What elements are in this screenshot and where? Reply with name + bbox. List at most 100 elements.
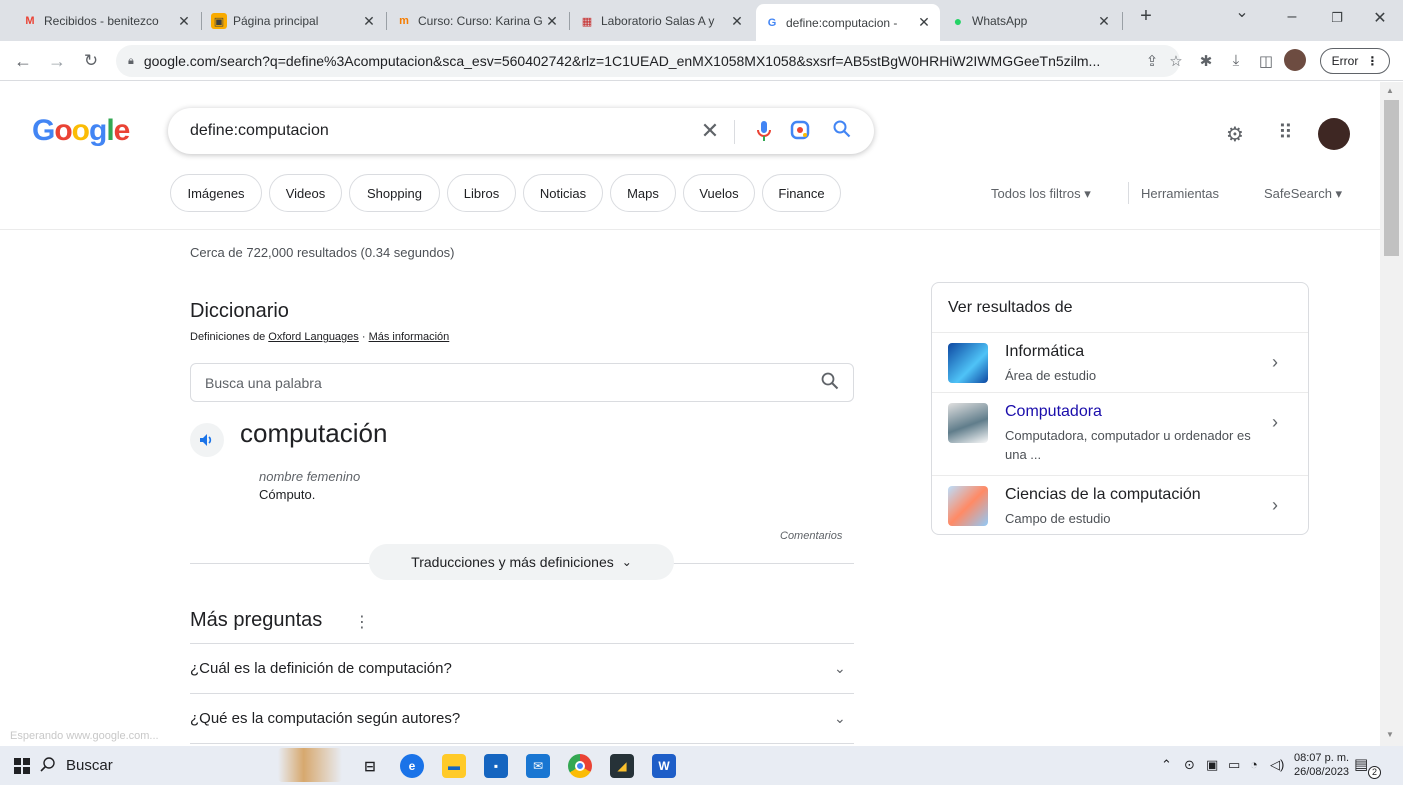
oxford-languages-link[interactable]: Oxford Languages — [268, 331, 359, 343]
mail-icon[interactable]: ✉ — [526, 754, 550, 778]
microphone-icon[interactable] — [752, 120, 776, 147]
chevron-down-icon[interactable]: ⌄ — [834, 660, 846, 677]
settings-gear-icon[interactable]: ⚙ — [1226, 122, 1244, 147]
question-item[interactable]: ¿Cuál es la definición de computación? — [190, 660, 452, 677]
star-bookmark-icon[interactable]: ☆ — [1166, 52, 1186, 70]
clear-search-icon[interactable]: ✕ — [698, 120, 722, 142]
panel-item-ciencias[interactable]: Ciencias de la computación Campo de estu… — [932, 475, 1308, 534]
cat-widget-icon[interactable] — [278, 748, 342, 782]
tab-course[interactable]: m Curso: Curso: Karina G ✕ — [388, 6, 568, 36]
panel-title: Ver resultados de — [948, 299, 1073, 316]
tab-search-dropdown-icon[interactable]: ⌄ — [1232, 2, 1252, 22]
close-tab-icon[interactable]: ✕ — [361, 13, 377, 30]
search-icon[interactable] — [821, 372, 839, 393]
back-arrow-icon[interactable]: ← — [12, 50, 34, 72]
speaker-icon[interactable] — [190, 423, 224, 457]
all-filters-button[interactable]: Todos los filtros ▾ — [991, 186, 1091, 202]
tab-google-active[interactable]: G define:computacion - ✕ — [756, 4, 940, 41]
tab-whatsapp[interactable]: ● WhatsApp ✕ — [942, 6, 1120, 36]
chevron-down-icon[interactable]: ⌄ — [834, 710, 846, 727]
meet-icon[interactable]: ⊙ — [1184, 757, 1195, 773]
file-explorer-icon[interactable]: ▬ — [442, 754, 466, 778]
chip-finance[interactable]: Finance — [762, 174, 841, 212]
chip-images[interactable]: Imágenes — [170, 174, 262, 212]
tab-gmail[interactable]: M Recibidos - benitezco ✕ — [14, 6, 200, 36]
volume-icon[interactable]: ◁) — [1270, 757, 1284, 773]
translations-button[interactable]: Traducciones y más definiciones ⌄ — [369, 544, 674, 580]
safesearch-button[interactable]: SafeSearch ▾ — [1264, 186, 1342, 202]
tab-title: Recibidos - benitezco — [44, 14, 159, 28]
panel-item-informatica[interactable]: Informática Área de estudio › — [932, 332, 1308, 392]
scroll-down-icon[interactable]: ▼ — [1386, 730, 1394, 739]
search-box[interactable]: define:computacion ✕ — [168, 108, 874, 154]
word-icon[interactable]: W — [652, 754, 676, 778]
close-tab-icon[interactable]: ✕ — [916, 14, 932, 31]
browser-toolbar: ← → ↻ 🔒︎ google.com/search?q=define%3Aco… — [0, 41, 1403, 81]
sticky-notes-icon[interactable]: ◢ — [610, 754, 634, 778]
comments-link[interactable]: Comentarios — [780, 530, 842, 542]
panel-item-title: Ciencias de la computación — [1005, 486, 1201, 503]
informatica-thumbnail — [948, 343, 988, 383]
page-content: Google define:computacion ✕ ⚙ ⠿ Imágenes… — [0, 82, 1380, 746]
question-item[interactable]: ¿Qué es la computación según autores? — [190, 710, 460, 727]
error-label: Error — [1331, 54, 1359, 68]
close-tab-icon[interactable]: ✕ — [544, 13, 560, 30]
minimize-button[interactable]: – — [1282, 8, 1302, 26]
more-info-link[interactable]: Más información — [369, 331, 450, 343]
lens-camera-icon[interactable] — [788, 120, 812, 145]
chip-shopping[interactable]: Shopping — [349, 174, 440, 212]
scrollbar-thumb[interactable] — [1384, 100, 1399, 256]
close-tab-icon[interactable]: ✕ — [176, 13, 192, 30]
close-tab-icon[interactable]: ✕ — [1096, 13, 1112, 30]
chip-videos[interactable]: Videos — [269, 174, 342, 212]
more-options-icon[interactable]: ⋮ — [354, 612, 370, 632]
forward-arrow-icon[interactable]: → — [46, 50, 68, 72]
tab-title: WhatsApp — [972, 14, 1028, 28]
apps-grid-icon[interactable]: ⠿ — [1278, 120, 1293, 145]
side-panel-icon[interactable]: ◫ — [1256, 52, 1276, 70]
source-separator: · — [358, 331, 369, 343]
notification-count-badge: 2 — [1368, 766, 1381, 779]
scroll-up-icon[interactable]: ▲ — [1386, 86, 1394, 95]
task-view-icon[interactable]: ⊟ — [358, 754, 382, 778]
edge-browser-icon[interactable]: e — [400, 754, 424, 778]
search-icon[interactable] — [830, 120, 854, 143]
panel-item-computadora[interactable]: Computadora Computadora, computador u or… — [932, 392, 1308, 475]
close-tab-icon[interactable]: ✕ — [729, 13, 745, 30]
headword: computación — [240, 418, 388, 448]
tab-home[interactable]: ▣ Página principal ✕ — [203, 6, 385, 36]
tray-app-icon[interactable]: ▣ — [1206, 757, 1218, 773]
search-input[interactable]: define:computacion — [190, 122, 329, 140]
taskbar-search-label[interactable]: Buscar — [66, 757, 113, 774]
maximize-button[interactable]: ❐ — [1327, 10, 1347, 26]
close-window-button[interactable]: ✕ — [1370, 8, 1390, 28]
computer-science-thumbnail — [948, 486, 988, 526]
taskbar-search-icon[interactable] — [40, 756, 56, 777]
new-tab-button[interactable]: + — [1136, 5, 1156, 28]
profile-avatar[interactable] — [1284, 49, 1306, 71]
share-icon[interactable]: ⇪ — [1142, 52, 1162, 70]
download-icon[interactable]: ⤓ — [1226, 52, 1246, 69]
windows-start-icon[interactable] — [14, 758, 30, 779]
reload-icon[interactable]: ↻ — [80, 50, 102, 72]
wifi-icon[interactable]: ◔ — [1250, 757, 1258, 772]
avatar[interactable] — [1318, 118, 1350, 150]
chip-maps[interactable]: Maps — [610, 174, 676, 212]
address-bar[interactable]: 🔒︎ google.com/search?q=define%3Acomputac… — [116, 45, 1180, 77]
google-logo[interactable]: Google — [32, 114, 130, 148]
tools-button[interactable]: Herramientas — [1141, 186, 1219, 201]
chip-books[interactable]: Libros — [447, 174, 516, 212]
store-icon[interactable]: ▪ — [484, 754, 508, 778]
tab-lab[interactable]: ▦ Laboratorio Salas A y ✕ — [571, 6, 753, 36]
chip-flights[interactable]: Vuelos — [683, 174, 755, 212]
tray-overflow-icon[interactable]: ⌃ — [1161, 757, 1172, 773]
extensions-puzzle-icon[interactable]: ✱ — [1196, 52, 1216, 70]
notifications-icon[interactable]: ▤ — [1354, 755, 1368, 773]
battery-icon[interactable]: ▭ — [1228, 757, 1240, 773]
page-scrollbar[interactable]: ▲ ▼ — [1380, 82, 1403, 746]
word-search-input[interactable]: Busca una palabra — [190, 363, 854, 402]
profile-error-button[interactable]: Error ⋮ — [1320, 48, 1390, 74]
chrome-icon[interactable] — [568, 754, 592, 778]
chip-news[interactable]: Noticias — [523, 174, 603, 212]
system-clock[interactable]: 08:07 p. m. 26/08/2023 — [1294, 751, 1349, 779]
